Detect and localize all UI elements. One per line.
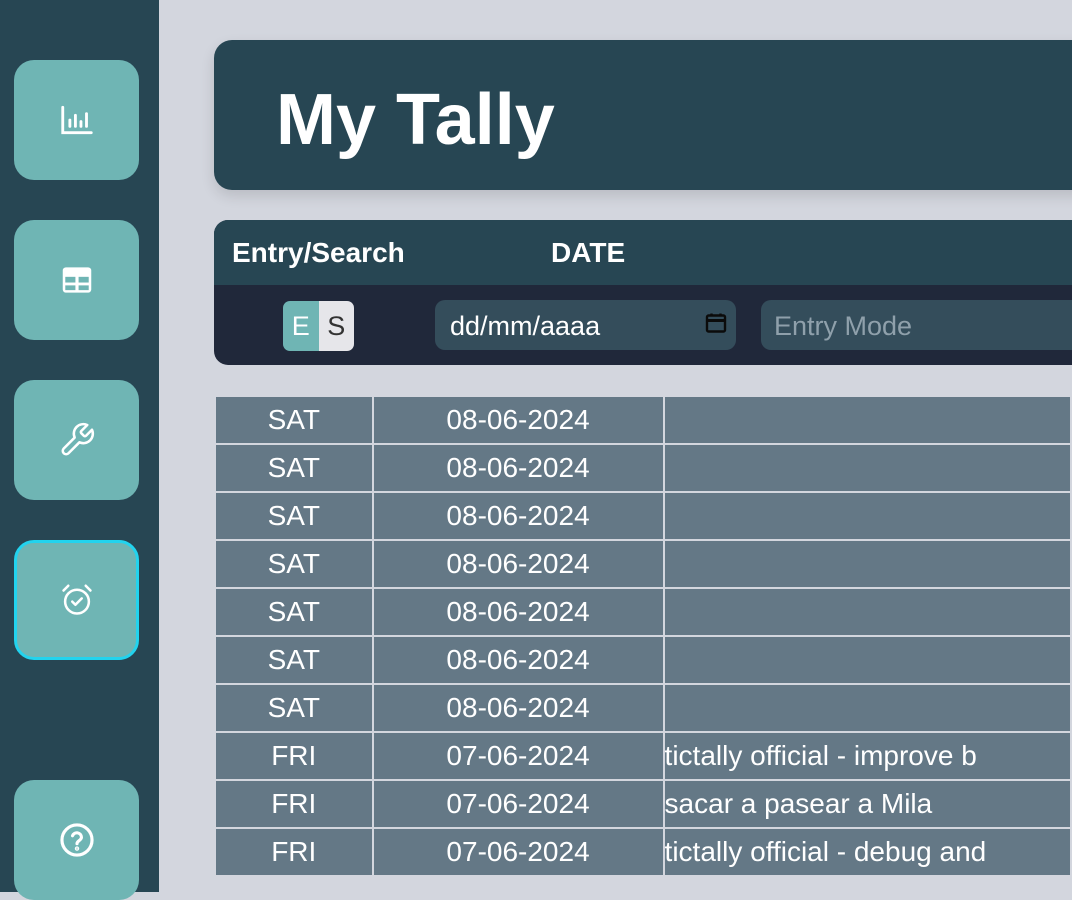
- day-cell: FRI: [214, 779, 374, 829]
- chart-icon: [60, 105, 93, 135]
- calendar-icon[interactable]: [704, 311, 728, 335]
- date-cell: 08-06-2024: [371, 587, 665, 637]
- search-toggle-option[interactable]: S: [318, 301, 354, 351]
- table-row[interactable]: SAT 08-06-2024: [214, 491, 1072, 541]
- day-cell: SAT: [214, 539, 374, 589]
- date-cell: 07-06-2024: [371, 827, 665, 877]
- table-row[interactable]: FRI 07-06-2024 sacar a pasear a Mila: [214, 779, 1072, 829]
- day-cell: SAT: [214, 587, 374, 637]
- day-cell: FRI: [214, 827, 374, 877]
- date-cell: 08-06-2024: [371, 443, 665, 493]
- date-header: DATE: [551, 237, 626, 268]
- description-cell: [662, 491, 1072, 541]
- nav-help-button[interactable]: [14, 780, 139, 900]
- description-cell: [662, 587, 1072, 637]
- table-row[interactable]: SAT 08-06-2024: [214, 539, 1072, 589]
- date-cell: 08-06-2024: [371, 683, 665, 733]
- header-card: My Tally: [214, 40, 1072, 190]
- description-cell: [662, 539, 1072, 589]
- entry-mode-input[interactable]: Entry Mode: [761, 300, 1072, 350]
- day-cell: SAT: [214, 635, 374, 685]
- nav-timer-button[interactable]: [14, 540, 139, 660]
- entry-search-header: Entry/Search: [232, 237, 405, 268]
- description-cell: [662, 635, 1072, 685]
- table-row[interactable]: SAT 08-06-2024: [214, 635, 1072, 685]
- table-row[interactable]: FRI 07-06-2024 tictally official - improve…: [214, 731, 1072, 781]
- date-cell: 07-06-2024: [371, 731, 665, 781]
- panel-header: Entry/Search DATE: [214, 220, 1072, 285]
- wrench-icon: [61, 422, 94, 456]
- table-row[interactable]: SAT 08-06-2024: [214, 443, 1072, 493]
- table-row[interactable]: SAT 08-06-2024: [214, 395, 1072, 445]
- tally-table: SAT 08-06-2024 SAT 08-06-2024 SAT 08-06-2024 S…: [214, 395, 1072, 877]
- entry-mode-placeholder: Entry Mode: [774, 311, 913, 341]
- entry-panel: Entry/Search DATE E S dd/mm/aaaa Entry M…: [214, 220, 1072, 365]
- day-cell: SAT: [214, 395, 374, 445]
- table-row[interactable]: SAT 08-06-2024: [214, 587, 1072, 637]
- description-cell: [662, 395, 1072, 445]
- date-cell: 08-06-2024: [371, 635, 665, 685]
- description-cell: tictally official - improve b: [662, 731, 1072, 781]
- nav-settings-button[interactable]: [14, 380, 139, 500]
- date-cell: 08-06-2024: [371, 539, 665, 589]
- table-icon: [62, 267, 91, 293]
- nav-table-button[interactable]: [14, 220, 139, 340]
- day-cell: SAT: [214, 443, 374, 493]
- table-row[interactable]: SAT 08-06-2024: [214, 683, 1072, 733]
- description-cell: [662, 443, 1072, 493]
- entry-search-toggle[interactable]: E S: [283, 301, 354, 351]
- day-cell: SAT: [214, 683, 374, 733]
- date-cell: 08-06-2024: [371, 395, 665, 445]
- nav-stats-button[interactable]: [14, 60, 139, 180]
- description-cell: sacar a pasear a Mila: [662, 779, 1072, 829]
- help-icon: [59, 823, 94, 857]
- page-title: My Tally: [276, 80, 555, 160]
- date-cell: 07-06-2024: [371, 779, 665, 829]
- description-cell: [662, 683, 1072, 733]
- alarm-clock-icon: [61, 584, 92, 615]
- sidebar: [0, 0, 159, 900]
- date-input[interactable]: dd/mm/aaaa: [435, 300, 736, 350]
- day-cell: FRI: [214, 731, 374, 781]
- day-cell: SAT: [214, 491, 374, 541]
- description-cell: tictally official - debug and: [662, 827, 1072, 877]
- date-cell: 08-06-2024: [371, 491, 665, 541]
- table-row[interactable]: FRI 07-06-2024 tictally official - debug a…: [214, 827, 1072, 877]
- date-input-value: dd/mm/aaaa: [450, 311, 601, 341]
- entry-toggle-option[interactable]: E: [283, 301, 319, 351]
